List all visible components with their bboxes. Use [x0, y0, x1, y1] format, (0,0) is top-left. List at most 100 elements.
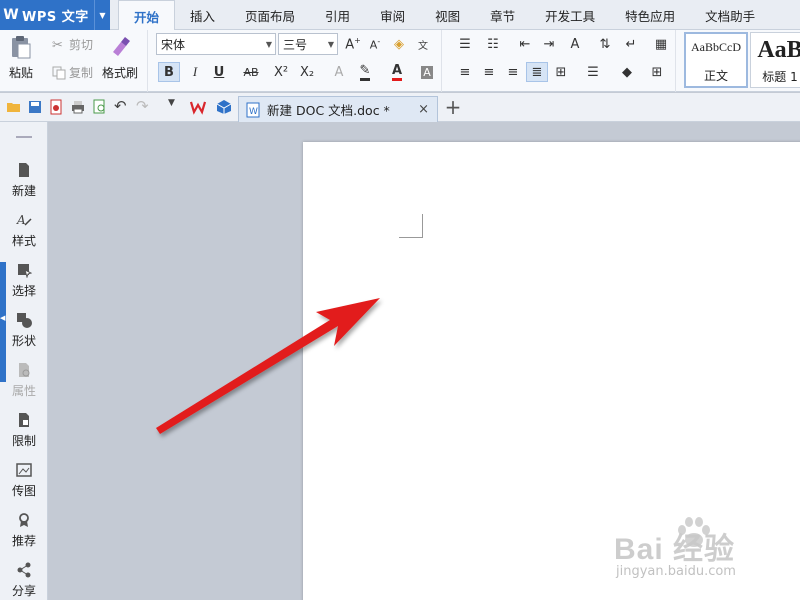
sidebar-item-shape[interactable]: 形状: [0, 312, 48, 349]
export-pdf-icon[interactable]: [48, 99, 64, 115]
wps-cloud-icon[interactable]: [190, 99, 206, 115]
font-name-select[interactable]: 宋体 ▼: [156, 33, 276, 55]
document-tab[interactable]: W 新建 DOC 文档.doc * ×: [238, 96, 438, 122]
undo-icon[interactable]: ↶: [114, 97, 130, 115]
open-folder-icon[interactable]: [6, 99, 22, 115]
sidebar-grip[interactable]: [16, 136, 32, 138]
print-icon[interactable]: [70, 99, 86, 115]
justify-button[interactable]: ≣: [526, 62, 548, 82]
new-tab-icon[interactable]: +: [444, 95, 462, 119]
bullets-button[interactable]: ☰: [454, 34, 476, 54]
sort-button[interactable]: ⇅: [594, 34, 616, 54]
box-icon[interactable]: [216, 99, 232, 115]
sidebar-item-label: 样式: [11, 234, 36, 248]
cut-button[interactable]: ✂ 剪切: [52, 36, 93, 53]
align-right-button[interactable]: ≡: [502, 62, 524, 82]
copy-button[interactable]: 复制: [52, 64, 93, 81]
align-left-button[interactable]: ≡: [454, 62, 476, 82]
align-center-icon: ≡: [483, 64, 495, 80]
line-spacing-button[interactable]: ☰: [582, 62, 604, 82]
borders-button[interactable]: ⊞: [646, 62, 668, 82]
format-painter-button[interactable]: 格式刷: [102, 30, 138, 81]
tab-sections[interactable]: 章节: [475, 0, 530, 30]
subscript-button[interactable]: X₂: [296, 62, 318, 82]
tab-page-layout[interactable]: 页面布局: [230, 0, 310, 30]
chevron-down-icon[interactable]: ▼: [94, 0, 110, 30]
save-icon[interactable]: [27, 99, 43, 115]
style-heading-1[interactable]: AaB 标题 1: [750, 32, 800, 88]
tab-view[interactable]: 视图: [420, 0, 475, 30]
copy-label: 复制: [69, 66, 94, 80]
clear-format-button[interactable]: ◈: [388, 34, 410, 54]
app-menu-button[interactable]: W WPS 文字 ▼: [0, 0, 110, 30]
style-heading-1-sample: AaB: [757, 37, 800, 63]
align-center-button[interactable]: ≡: [478, 62, 500, 82]
shrink-font-button[interactable]: A-: [364, 34, 386, 54]
tab-doc-assistant[interactable]: 文档助手: [690, 0, 770, 30]
superscript-button[interactable]: X²: [270, 62, 292, 82]
char-shading-button[interactable]: A: [416, 62, 438, 82]
tab-special-apps[interactable]: 特色应用: [610, 0, 690, 30]
text-direction-button[interactable]: A: [564, 34, 586, 54]
style-normal[interactable]: AaBbCcD 正文: [684, 32, 748, 88]
line-spacing-icon: ☰: [587, 64, 599, 80]
app-title: WPS 文字: [22, 9, 89, 25]
tab-insert[interactable]: 插入: [175, 0, 230, 30]
decrease-indent-button[interactable]: ⇤: [514, 34, 536, 54]
char-shading-icon: A: [421, 65, 433, 79]
font-group: 宋体 ▼ 三号 ▼ A+ A- ◈ 文 B I U AB X² X₂ A ✎ A…: [150, 30, 442, 92]
increase-indent-button[interactable]: ⇥: [538, 34, 560, 54]
tab-home[interactable]: 开始: [118, 0, 176, 31]
sidebar-item-label: 推荐: [11, 534, 36, 548]
share-icon: [17, 562, 31, 578]
eraser-icon: ◈: [394, 36, 404, 52]
paste-button[interactable]: 粘贴: [8, 30, 34, 81]
shading-button[interactable]: ◆: [616, 62, 638, 82]
numbering-button[interactable]: ☷: [482, 34, 504, 54]
distribute-button[interactable]: ⊞: [550, 62, 572, 82]
style-normal-label: 正文: [703, 69, 728, 83]
text-effect-button[interactable]: A: [328, 62, 350, 82]
sidebar-item-restrict[interactable]: 限制: [0, 412, 48, 449]
text-direction-icon: A: [570, 36, 580, 52]
table-button[interactable]: ▦: [650, 34, 672, 54]
clipboard-group: 粘贴 ✂ 剪切 复制 格式刷: [0, 30, 148, 92]
watermark-brand: Bai 经验: [614, 533, 736, 566]
paste-icon: [12, 36, 31, 59]
tab-developer[interactable]: 开发工具: [530, 0, 610, 30]
print-preview-icon[interactable]: [92, 99, 108, 115]
strikethrough-button[interactable]: AB: [236, 62, 266, 82]
sidebar-item-properties[interactable]: 属性: [0, 362, 48, 399]
tab-review[interactable]: 审阅: [365, 0, 420, 30]
sidebar-item-style[interactable]: A 样式: [0, 212, 48, 249]
redo-icon[interactable]: ↷: [136, 97, 152, 115]
customize-chevron-icon[interactable]: ▼: [168, 98, 184, 114]
font-color-button[interactable]: A: [386, 62, 408, 82]
sidebar-item-upload-image[interactable]: 传图: [0, 462, 48, 499]
paragraph-mark-icon: ↵: [625, 36, 637, 52]
quick-access-bar: ↶ ↷ ▼ W 新建 DOC 文档.doc * × +: [0, 93, 800, 122]
font-size-value: 三号: [283, 37, 308, 52]
numbered-list-icon: ☷: [487, 36, 499, 52]
border-icon: ⊞: [651, 64, 663, 80]
underline-button[interactable]: U: [208, 62, 230, 82]
bold-button[interactable]: B: [158, 62, 180, 82]
sidebar-item-share[interactable]: 分享: [0, 562, 48, 599]
sidebar-collapse-handle[interactable]: ◀: [0, 262, 6, 382]
italic-button[interactable]: I: [184, 62, 206, 82]
phonetic-button[interactable]: 文: [412, 34, 434, 54]
cut-label: 剪切: [69, 38, 94, 52]
font-color-icon: A: [391, 63, 403, 81]
tab-references[interactable]: 引用: [310, 0, 365, 30]
highlight-button[interactable]: ✎: [354, 62, 376, 82]
close-icon[interactable]: ×: [418, 102, 429, 117]
font-size-select[interactable]: 三号 ▼: [278, 33, 338, 55]
align-right-icon: ≡: [507, 64, 519, 80]
sidebar-item-new[interactable]: 新建: [0, 162, 48, 199]
sidebar-item-select[interactable]: 选择: [0, 262, 48, 299]
show-marks-button[interactable]: ↵: [620, 34, 642, 54]
grow-font-button[interactable]: A+: [342, 34, 364, 54]
sidebar-item-recommend[interactable]: 推荐: [0, 512, 48, 549]
bold-label: B: [164, 64, 174, 80]
page-margin-mark: [399, 214, 423, 238]
